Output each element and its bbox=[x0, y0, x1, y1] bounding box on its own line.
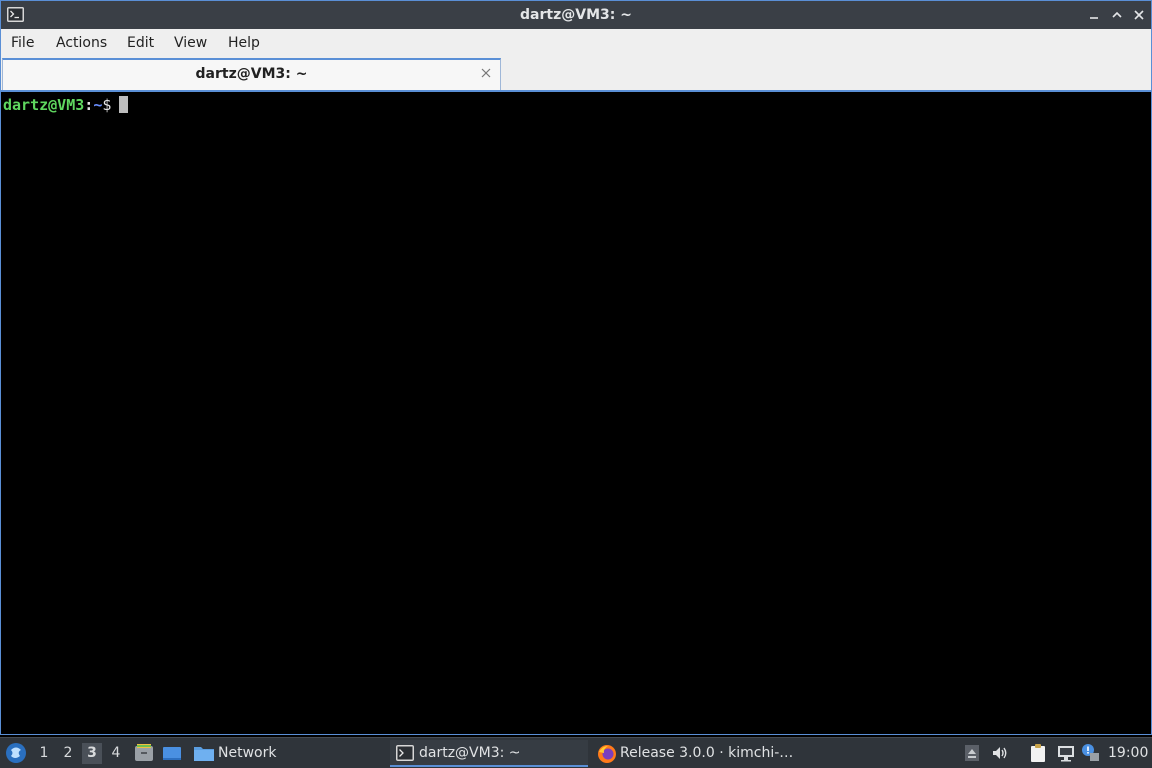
start-menu-icon[interactable] bbox=[5, 742, 27, 764]
firefox-icon bbox=[597, 744, 616, 763]
prompt-colon: : bbox=[84, 96, 94, 114]
menu-edit[interactable]: Edit bbox=[127, 29, 154, 57]
text-cursor bbox=[119, 96, 129, 113]
menu-bar: File Actions Edit View Help bbox=[0, 29, 1152, 57]
network-status-icon[interactable] bbox=[1056, 743, 1076, 763]
folder-icon bbox=[193, 744, 215, 762]
maximize-button[interactable] bbox=[1110, 8, 1124, 22]
tab-terminal[interactable]: dartz@VM3: ~ bbox=[2, 58, 501, 90]
notification-icon[interactable] bbox=[1080, 743, 1100, 763]
show-desktop-icon[interactable] bbox=[162, 743, 182, 763]
clock[interactable]: 19:00 bbox=[1108, 738, 1148, 768]
window-titlebar[interactable]: dartz@VM3: ~ bbox=[0, 0, 1152, 29]
task-terminal-label: dartz@VM3: ~ bbox=[419, 745, 521, 761]
prompt-symbol: $ bbox=[102, 96, 112, 114]
terminal-icon bbox=[396, 744, 414, 762]
task-firefox-label: Release 3.0.0 · kimchi-… bbox=[620, 745, 794, 761]
network-label: Network bbox=[218, 745, 277, 761]
close-tab-icon[interactable] bbox=[480, 67, 492, 79]
task-terminal[interactable]: dartz@VM3: ~ bbox=[390, 740, 588, 767]
task-firefox[interactable]: Release 3.0.0 · kimchi-… bbox=[591, 740, 794, 767]
prompt-path: ~ bbox=[93, 96, 103, 114]
menu-file[interactable]: File bbox=[11, 29, 34, 57]
file-manager-launcher-icon[interactable] bbox=[134, 743, 154, 763]
menu-view[interactable]: View bbox=[174, 29, 207, 57]
volume-icon[interactable] bbox=[990, 743, 1010, 763]
prompt-user-host: dartz@VM3 bbox=[3, 96, 85, 114]
minimize-button[interactable] bbox=[1087, 8, 1101, 22]
tab-label: dartz@VM3: ~ bbox=[195, 66, 308, 82]
clipboard-icon[interactable] bbox=[1028, 743, 1048, 763]
taskbar: 1 2 3 4 Network dartz@VM3: ~ Release 3.0… bbox=[0, 737, 1152, 768]
workspace-1[interactable]: 1 bbox=[34, 743, 54, 764]
shell-prompt: dartz@VM3:~$ bbox=[3, 95, 129, 115]
workspace-3[interactable]: 3 bbox=[82, 743, 102, 764]
tab-bar: dartz@VM3: ~ bbox=[0, 57, 1152, 90]
menu-help[interactable]: Help bbox=[228, 29, 260, 57]
workspace-2[interactable]: 2 bbox=[58, 743, 78, 764]
menu-actions[interactable]: Actions bbox=[56, 29, 107, 57]
window-title: dartz@VM3: ~ bbox=[520, 7, 632, 23]
terminal-area[interactable]: dartz@VM3:~$ bbox=[0, 90, 1152, 735]
close-window-button[interactable] bbox=[1132, 8, 1146, 22]
tray-expand-icon[interactable] bbox=[962, 743, 982, 763]
workspace-4[interactable]: 4 bbox=[106, 743, 126, 764]
